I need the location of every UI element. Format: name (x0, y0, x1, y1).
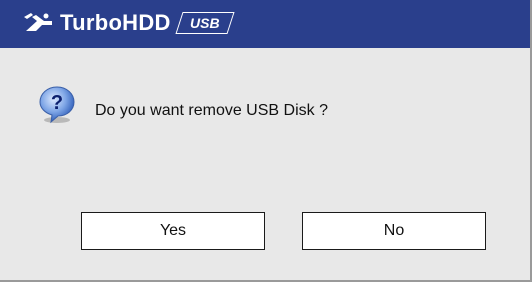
app-logo: TurboHDD USB (22, 8, 234, 38)
dialog-window: TurboHDD USB ? Do you want remove USB Di… (0, 0, 532, 282)
title-bar: TurboHDD USB (0, 0, 530, 48)
no-button[interactable]: No (302, 212, 486, 250)
turbo-swoosh-icon (24, 13, 52, 31)
brand-name: TurboHDD (60, 10, 171, 35)
dialog-message: Do you want remove USB Disk ? (95, 102, 328, 119)
question-icon: ? (39, 86, 75, 124)
usb-badge: USB (175, 12, 234, 34)
yes-button[interactable]: Yes (81, 212, 265, 250)
svg-text:?: ? (51, 92, 63, 114)
usb-badge-label: USB (189, 15, 220, 31)
